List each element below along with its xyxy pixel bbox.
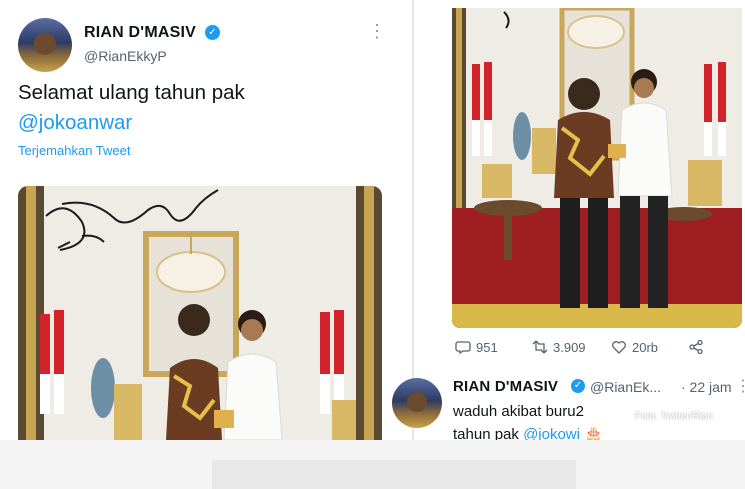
tweet-text-line: Selamat ulang tahun pak (18, 81, 245, 104)
share-icon (689, 339, 703, 355)
timestamp[interactable]: · 22 jam (681, 379, 732, 395)
tweet-text: Selamat ulang tahun pak @jokoanwar (18, 78, 245, 138)
retweet-count: 3.909 (553, 339, 586, 355)
reply-button[interactable]: 951 (455, 339, 498, 355)
retweet-icon (532, 340, 548, 354)
mention-link[interactable]: @jokoanwar (18, 108, 245, 138)
photo-scene (452, 8, 742, 328)
tweet-photo[interactable] (452, 8, 742, 328)
chandelier-icon (567, 15, 625, 49)
reply-text-line: waduh akibat buru2 (453, 403, 584, 420)
panel-divider (412, 0, 414, 440)
tweet-photo[interactable] (18, 186, 382, 440)
display-name[interactable]: RIAN D'MASIV (453, 378, 558, 395)
verified-badge-icon: ✓ (571, 379, 585, 393)
retweet-button[interactable]: 3.909 (532, 339, 586, 355)
photo-credit-watermark: Foto: Twitter/Rian (603, 402, 745, 432)
bottom-placeholder-bar (212, 460, 576, 489)
user-handle[interactable]: @RianEk... (590, 379, 661, 395)
more-options-icon[interactable]: ⋮ (368, 22, 386, 40)
reply-icon (455, 341, 471, 355)
like-count: 20rb (632, 339, 659, 355)
translate-tweet-link[interactable]: Terjemahkan Tweet (18, 143, 131, 158)
verified-badge-icon: ✓ (205, 25, 220, 40)
like-button[interactable]: 20rb (611, 339, 658, 355)
reply-count: 951 (476, 339, 498, 355)
more-options-icon[interactable]: ⋮ (735, 376, 745, 396)
avatar[interactable] (392, 378, 442, 428)
display-name[interactable]: RIAN D'MASIV (84, 24, 196, 42)
avatar[interactable] (18, 18, 72, 72)
user-handle[interactable]: @RianEkkyP (84, 48, 167, 64)
photo-scene (18, 186, 382, 440)
share-button[interactable] (688, 339, 704, 355)
heart-icon (612, 341, 626, 354)
